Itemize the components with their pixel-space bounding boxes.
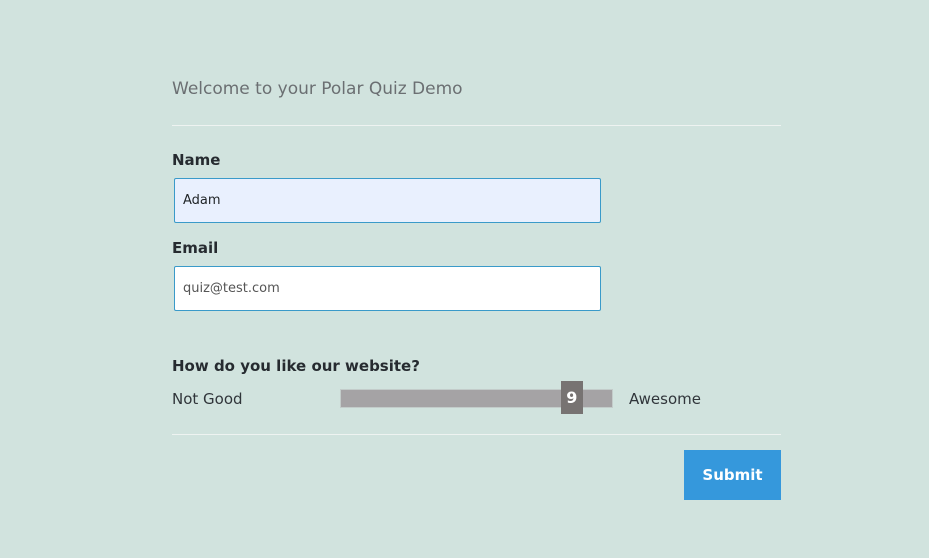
bottom-divider — [172, 434, 781, 435]
quiz-title: Welcome to your Polar Quiz Demo — [172, 79, 463, 99]
name-input[interactable] — [174, 178, 601, 223]
rating-slider-thumb[interactable]: 9 — [560, 381, 583, 414]
submit-button[interactable]: Submit — [684, 450, 781, 500]
quiz-form: Welcome to your Polar Quiz Demo Name Ema… — [172, 0, 781, 558]
rating-low-label: Not Good — [172, 390, 243, 408]
top-divider — [172, 125, 781, 126]
rating-high-label: Awesome — [629, 390, 701, 408]
rating-question: How do you like our website? — [172, 357, 420, 375]
email-label: Email — [172, 239, 219, 257]
email-input[interactable] — [174, 266, 601, 311]
name-label: Name — [172, 151, 221, 169]
